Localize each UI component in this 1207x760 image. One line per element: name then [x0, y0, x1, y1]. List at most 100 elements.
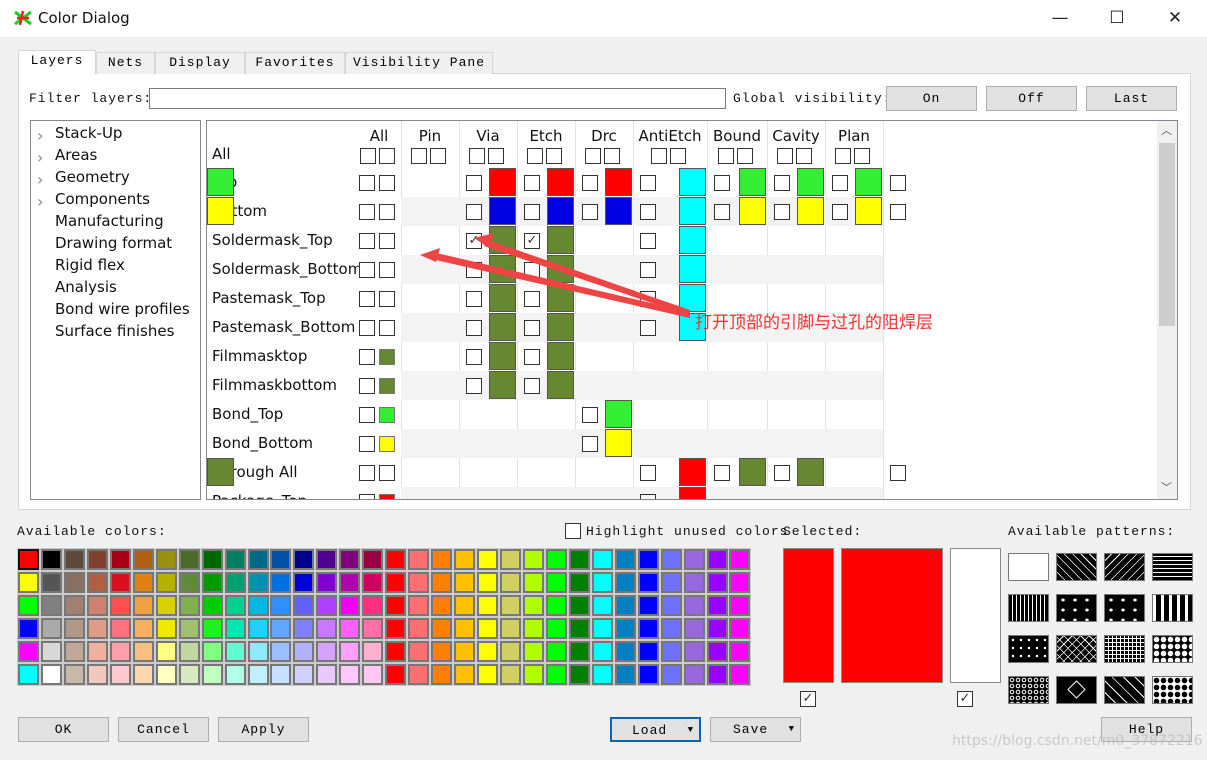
visible-checkbox[interactable]: [469, 148, 485, 164]
color-swatch[interactable]: [131, 571, 155, 594]
layer-plan-color[interactable]: [207, 168, 234, 196]
color-swatch[interactable]: [62, 617, 86, 640]
tree-item[interactable]: Stack-Up: [55, 124, 122, 142]
layer-pin-checkbox[interactable]: [466, 262, 482, 278]
layer-etch-color[interactable]: [605, 168, 632, 196]
color-swatch[interactable]: [728, 571, 752, 594]
tree-item[interactable]: Areas: [55, 146, 97, 164]
color-swatch[interactable]: [636, 571, 660, 594]
visible-checkbox[interactable]: [527, 148, 543, 164]
color-swatch[interactable]: [361, 571, 385, 594]
tab-layers[interactable]: Layers: [18, 50, 96, 74]
tab-favorites[interactable]: Favorites: [245, 52, 345, 74]
layer-cavity-color[interactable]: [855, 197, 882, 225]
layer-via-checkbox[interactable]: [524, 349, 540, 365]
visibility-off-button[interactable]: Off: [986, 86, 1077, 111]
layer-all-swatch[interactable]: [379, 436, 395, 452]
visibility-last-button[interactable]: Last: [1086, 86, 1177, 111]
color-swatch[interactable]: [131, 663, 155, 686]
layer-all-checkbox[interactable]: [359, 349, 375, 365]
tree-item[interactable]: Drawing format: [55, 234, 172, 252]
color-swatch[interactable]: [154, 617, 178, 640]
color-swatch[interactable]: [613, 594, 637, 617]
color-swatch[interactable]: [361, 617, 385, 640]
maximize-button[interactable]: ☐: [1102, 6, 1132, 30]
layer-all-color-checkbox[interactable]: [379, 320, 395, 336]
layer-pin-color[interactable]: [489, 313, 516, 341]
layer-drc-color[interactable]: [679, 226, 706, 254]
layer-pin-color[interactable]: [489, 197, 516, 225]
tab-display[interactable]: Display: [155, 52, 245, 74]
color-checkbox[interactable]: [604, 148, 620, 164]
layer-via-checkbox[interactable]: [524, 204, 540, 220]
layer-drc-checkbox[interactable]: [640, 494, 656, 499]
pattern-grid[interactable]: [1104, 635, 1145, 663]
color-swatch[interactable]: [177, 594, 201, 617]
color-swatch[interactable]: [544, 617, 568, 640]
color-swatch[interactable]: [544, 571, 568, 594]
color-swatch[interactable]: [269, 571, 293, 594]
color-swatch[interactable]: [154, 640, 178, 663]
color-swatch[interactable]: [131, 548, 155, 571]
color-swatch[interactable]: [177, 640, 201, 663]
color-swatch[interactable]: [17, 548, 40, 571]
color-swatch[interactable]: [659, 548, 683, 571]
color-swatch[interactable]: [223, 571, 247, 594]
scroll-up-icon[interactable]: ︿: [1161, 122, 1172, 138]
color-swatch[interactable]: [613, 548, 637, 571]
layer-antietch-checkbox[interactable]: [714, 204, 730, 220]
color-checkbox[interactable]: [488, 148, 504, 164]
expand-chevron-icon[interactable]: ›: [37, 126, 43, 145]
layer-cavity-color[interactable]: [855, 168, 882, 196]
color-swatch[interactable]: [521, 663, 545, 686]
color-swatch[interactable]: [659, 594, 683, 617]
cancel-button[interactable]: Cancel: [118, 717, 209, 742]
color-swatch[interactable]: [613, 663, 637, 686]
color-swatch[interactable]: [682, 594, 706, 617]
color-swatch[interactable]: [338, 617, 362, 640]
color-swatch[interactable]: [17, 640, 40, 663]
layer-pin-checkbox[interactable]: [466, 175, 482, 191]
color-swatch[interactable]: [246, 548, 270, 571]
color-swatch[interactable]: [567, 594, 591, 617]
layer-pin-checkbox[interactable]: [466, 291, 482, 307]
pattern-ticks[interactable]: [1008, 635, 1049, 663]
layer-drc-color[interactable]: [679, 487, 706, 499]
color-swatch[interactable]: [384, 663, 408, 686]
color-swatch[interactable]: [315, 594, 339, 617]
color-swatch[interactable]: [682, 663, 706, 686]
tab-nets[interactable]: Nets: [96, 52, 155, 74]
layer-pin-color[interactable]: [489, 226, 516, 254]
color-swatch[interactable]: [430, 571, 454, 594]
color-swatch[interactable]: [682, 548, 706, 571]
color-swatch[interactable]: [567, 617, 591, 640]
color-enable-checkbox[interactable]: ✓: [800, 691, 816, 707]
color-swatch[interactable]: [705, 548, 729, 571]
layer-all-color-checkbox[interactable]: [379, 262, 395, 278]
visible-checkbox[interactable]: [777, 148, 793, 164]
color-swatch[interactable]: [544, 548, 568, 571]
layer-drc-checkbox[interactable]: [640, 233, 656, 249]
color-swatch[interactable]: [728, 640, 752, 663]
color-swatch[interactable]: [17, 617, 40, 640]
layer-via-color[interactable]: [547, 168, 574, 196]
layer-all-color-checkbox[interactable]: [379, 465, 395, 481]
color-swatch[interactable]: [430, 548, 454, 571]
layer-drc-checkbox[interactable]: [640, 465, 656, 481]
tree-item[interactable]: Manufacturing: [55, 212, 164, 230]
color-swatch[interactable]: [728, 663, 752, 686]
pattern-diag-back[interactable]: [1056, 553, 1097, 581]
color-swatch[interactable]: [39, 594, 63, 617]
pattern-horizontal[interactable]: [1152, 553, 1193, 581]
pattern-triangles[interactable]: [1056, 594, 1097, 622]
layer-cavity-checkbox[interactable]: [832, 175, 848, 191]
color-swatch[interactable]: [200, 594, 224, 617]
layer-all-checkbox[interactable]: [359, 291, 375, 307]
color-swatch[interactable]: [131, 617, 155, 640]
color-swatch[interactable]: [315, 663, 339, 686]
layer-via-checkbox[interactable]: [524, 175, 540, 191]
color-swatch[interactable]: [131, 594, 155, 617]
color-swatch[interactable]: [292, 571, 316, 594]
layer-pin-color[interactable]: [489, 168, 516, 196]
color-swatch[interactable]: [315, 571, 339, 594]
